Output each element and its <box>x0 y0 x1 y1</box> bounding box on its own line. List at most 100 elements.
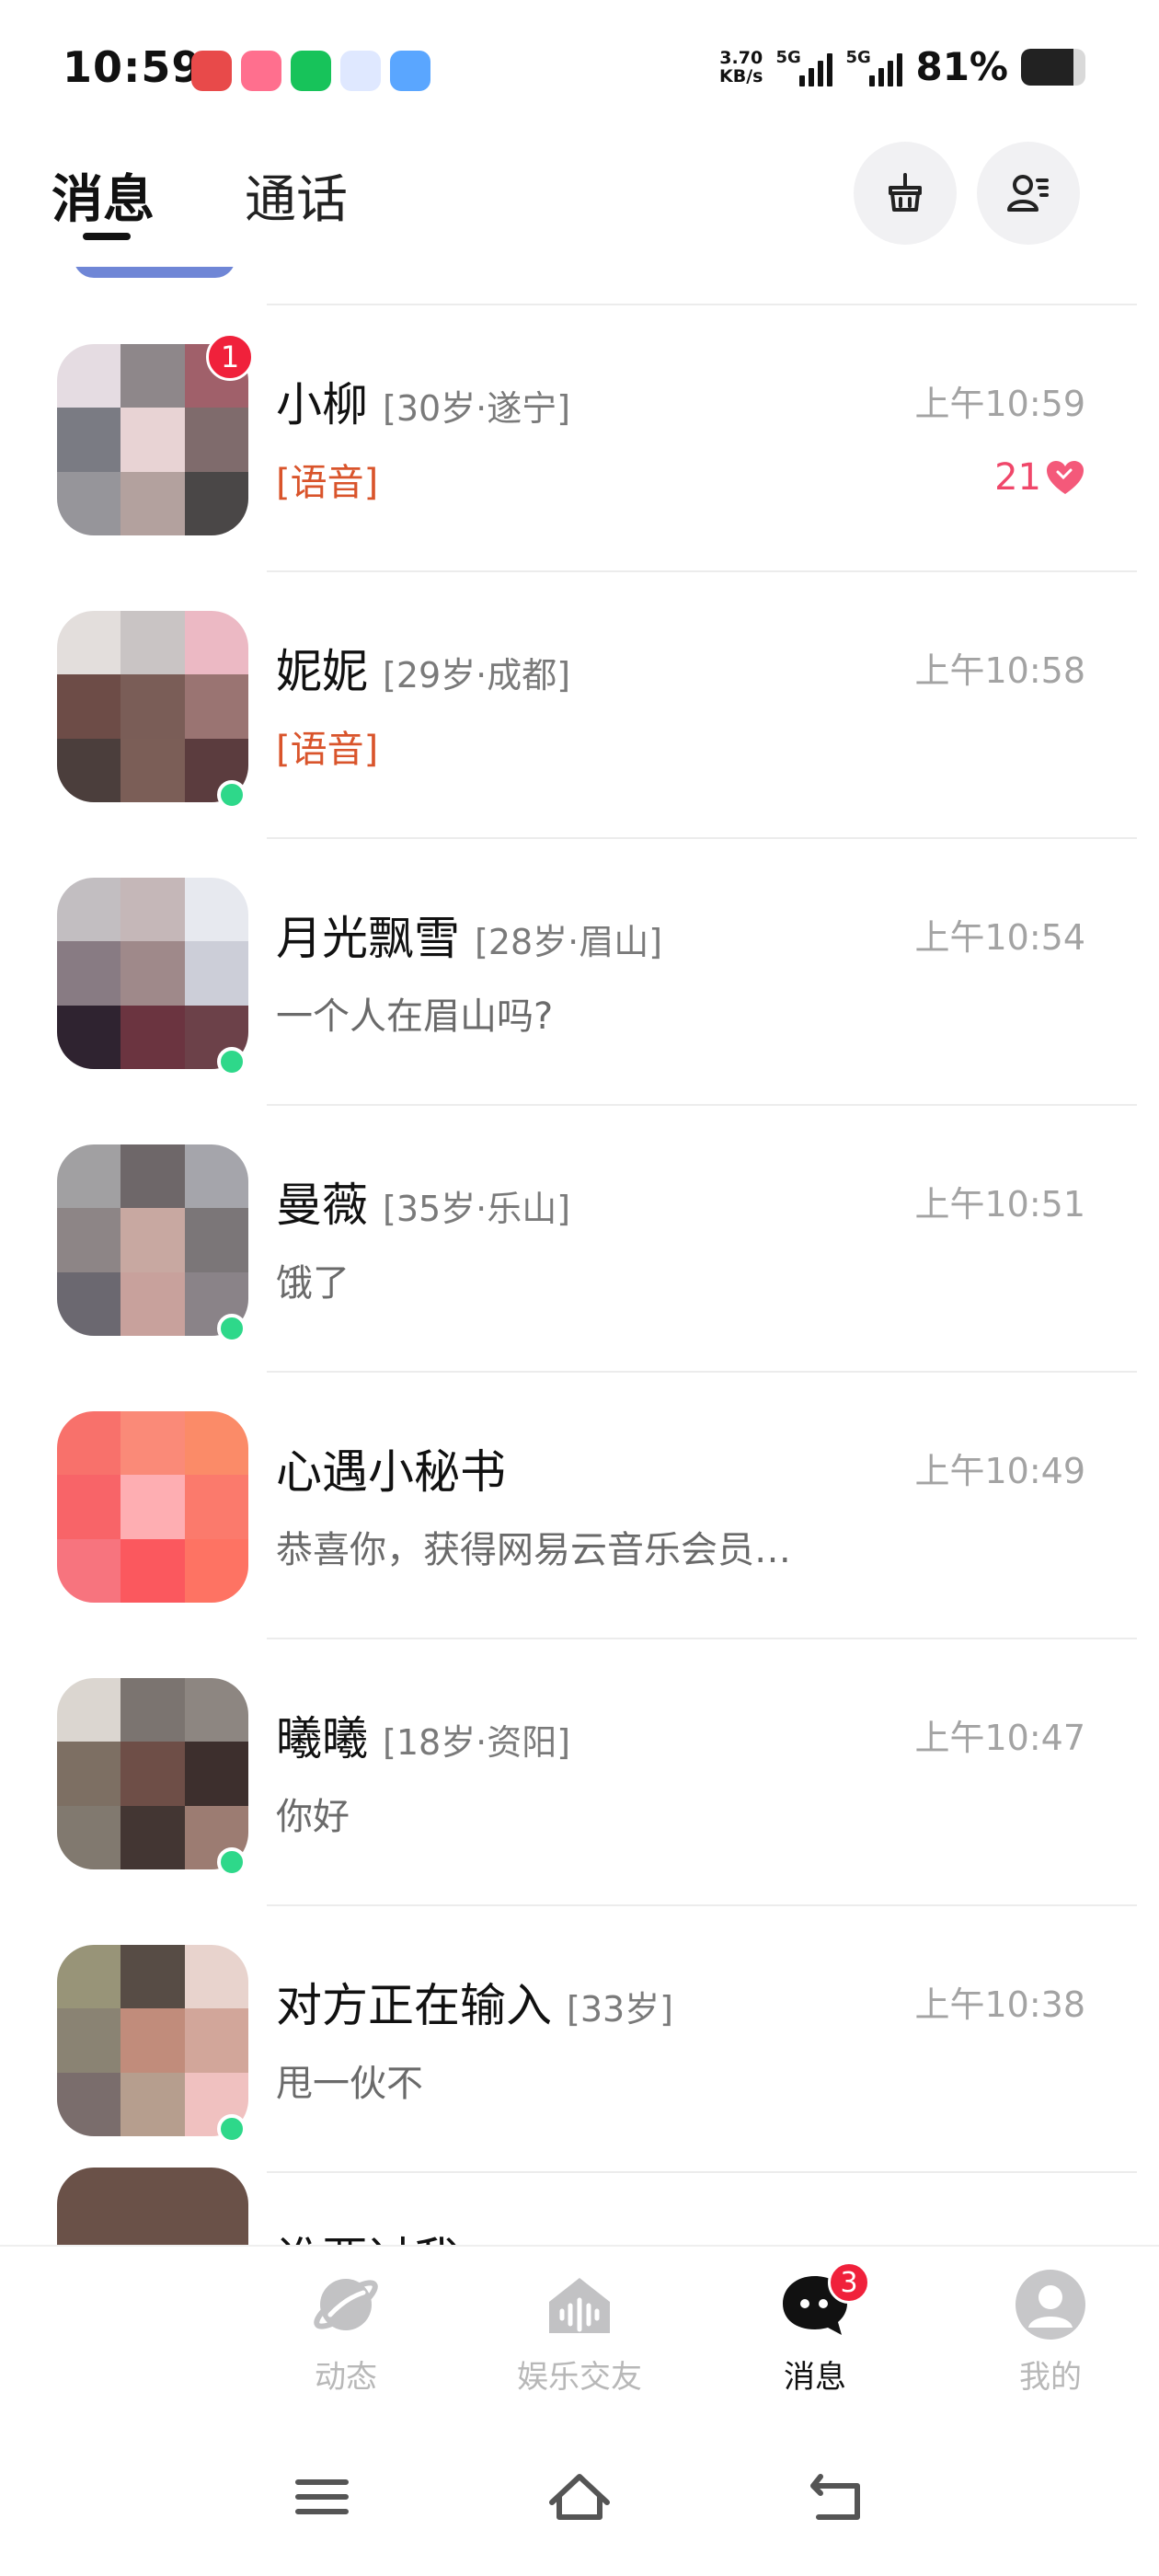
contacts-icon <box>1007 175 1049 212</box>
back-icon[interactable] <box>800 2460 874 2534</box>
system-navigation-bar <box>0 2420 1159 2576</box>
conversation-name: 谁要过我 <box>276 2223 460 2245</box>
planet-icon <box>314 2279 378 2330</box>
notification-app-icon <box>390 51 430 91</box>
conversation-item[interactable]: 妮妮 [29岁·成都] 上午10:58 [语音] <box>0 572 1159 839</box>
message-time: 上午10:51 <box>914 1184 1085 1225</box>
battery-icon <box>1021 48 1085 86</box>
status-right: 3.70 KB/s 5G 5G 81% <box>719 44 1085 89</box>
heart-icon <box>1047 461 1084 494</box>
list-item-peek[interactable]: 谁要过我 <box>0 2134 1159 2245</box>
menu-icon[interactable] <box>285 2460 359 2534</box>
signal-icon: 5G <box>775 47 833 86</box>
voice-room-icon <box>549 2278 610 2333</box>
message-preview: [语音] <box>276 729 379 771</box>
conversation-item[interactable]: 月光飘雪 [28岁·眉山] 上午10:54 一个人在眉山吗? <box>0 839 1159 1106</box>
wechat-icon <box>291 51 331 91</box>
conversation-item[interactable]: 曼薇 [35岁·乐山] 上午10:51 饿了 <box>0 1106 1159 1373</box>
message-preview: 一个人在眉山吗? <box>276 995 554 1038</box>
unread-badge: 1 <box>206 333 254 381</box>
intimacy-count: 21 <box>994 456 1041 499</box>
conversation-name: 曦曦 <box>276 1712 368 1765</box>
conversation-title-line: 妮妮 [29岁·成都] <box>276 635 570 701</box>
message-preview: 甩一伙不 <box>276 2063 423 2105</box>
conversation-title-line: 小柳 [30岁·遂宁] <box>276 368 570 434</box>
clear-unread-button[interactable] <box>854 142 957 245</box>
tab-messages[interactable]: 消息 <box>52 158 155 233</box>
message-time: 上午10:59 <box>914 384 1085 424</box>
avatar[interactable] <box>57 1945 248 2136</box>
network-speed-value: 3.70 <box>719 47 763 68</box>
status-app-icons <box>191 51 430 91</box>
conversation-title-line: 月光飘雪 [28岁·眉山] <box>276 902 662 968</box>
message-preview: [语音] <box>276 462 379 504</box>
network-speed-unit: KB/s <box>719 65 763 86</box>
message-time: 上午10:49 <box>914 1451 1085 1491</box>
status-bar: 10:59 3.70 KB/s 5G 5G 81% <box>0 0 1159 138</box>
network-type: 5G <box>775 47 801 67</box>
message-time: 上午10:47 <box>914 1718 1085 1758</box>
avatar[interactable] <box>57 1144 248 1336</box>
user-age-location: [35岁·乐山] <box>383 1189 571 1229</box>
conversation-title-line: 心遇小秘书 <box>276 1435 506 1501</box>
battery-fill <box>1021 48 1073 86</box>
online-status-dot <box>217 1847 247 1877</box>
network-type: 5G <box>845 47 871 67</box>
messages-header: 消息 通话 <box>0 138 1159 267</box>
avatar <box>57 2168 248 2245</box>
active-tab-indicator <box>83 233 131 240</box>
conversation-item[interactable]: 曦曦 [18岁·资阳] 上午10:47 你好 <box>0 1639 1159 1906</box>
signal-icon: 5G <box>845 47 903 86</box>
message-preview: 你好 <box>276 1796 350 1838</box>
user-age-location: [18岁·资阳] <box>383 1722 571 1763</box>
nav-item-profile[interactable]: 我的 <box>958 2267 1142 2397</box>
avatar[interactable] <box>57 1411 248 1603</box>
nav-item-messages[interactable]: 3 消息 <box>723 2261 907 2397</box>
avatar[interactable] <box>57 878 248 1069</box>
avatar[interactable] <box>57 1678 248 1869</box>
profile-icon <box>1016 2270 1085 2340</box>
message-time: 上午10:58 <box>914 650 1085 691</box>
message-time: 上午10:54 <box>914 917 1085 958</box>
nav-label: 我的 <box>1019 2359 1082 2396</box>
conversation-item[interactable]: 心遇小秘书 上午10:49 恭喜你，获得网易云音乐会员… <box>0 1373 1159 1639</box>
tab-calls[interactable]: 通话 <box>245 158 348 233</box>
notification-app-icon <box>340 51 381 91</box>
nav-label: 消息 <box>784 2359 846 2396</box>
conversation-name: 小柳 <box>276 378 368 431</box>
conversation-item[interactable]: 对方正在输入 [33岁] 上午10:38 甩一伙不 <box>0 1906 1159 2173</box>
status-time: 10:59 <box>63 42 202 92</box>
nav-item-entertainment[interactable]: 娱乐交友 <box>488 2267 671 2397</box>
conversation-name: 心遇小秘书 <box>276 1445 506 1499</box>
user-age-location: [33岁] <box>567 1989 674 2030</box>
conversation-name: 妮妮 <box>276 645 368 698</box>
avatar <box>74 267 235 278</box>
bottom-navigation: 动态 娱乐交友 3 消息 我的 <box>0 2245 1159 2420</box>
conversation-name: 月光飘雪 <box>276 912 460 965</box>
unread-badge: 3 <box>828 2261 870 2304</box>
conversation-item[interactable]: 1 小柳 [30岁·遂宁] 上午10:59 [语音] 21 <box>0 305 1159 572</box>
user-age-location: [29岁·成都] <box>383 655 571 696</box>
contacts-button[interactable] <box>977 142 1080 245</box>
conversation-list[interactable]: 1 小柳 [30岁·遂宁] 上午10:59 [语音] 21 妮妮 [29岁·成都] 上午10:5… <box>0 267 1159 2245</box>
avatar[interactable] <box>57 611 248 802</box>
conversation-title-line: 曦曦 [18岁·资阳] <box>276 1702 570 1768</box>
conversation-title-line: 对方正在输入 [33岁] <box>276 1969 673 2035</box>
conversation-title-line: 曼薇 [35岁·乐山] <box>276 1168 570 1235</box>
online-status-dot <box>217 1047 247 1076</box>
network-speed: 3.70 KB/s <box>719 49 763 86</box>
home-icon[interactable] <box>543 2460 616 2534</box>
nav-label: 娱乐交友 <box>517 2359 642 2396</box>
online-status-dot <box>217 780 247 810</box>
conversation-name: 曼薇 <box>276 1179 368 1232</box>
nav-label: 动态 <box>315 2359 377 2396</box>
user-age-location: [28岁·眉山] <box>475 922 663 962</box>
battery-percent: 81% <box>915 44 1008 89</box>
user-age-location: [30岁·遂宁] <box>383 388 571 429</box>
message-preview: 饿了 <box>276 1262 350 1305</box>
intimacy-score: 21 <box>994 456 1085 499</box>
nav-item-moments[interactable]: 动态 <box>254 2267 438 2397</box>
online-status-dot <box>217 1314 247 1343</box>
notification-app-icon <box>241 51 281 91</box>
message-preview: 恭喜你，获得网易云音乐会员… <box>276 1529 791 1571</box>
